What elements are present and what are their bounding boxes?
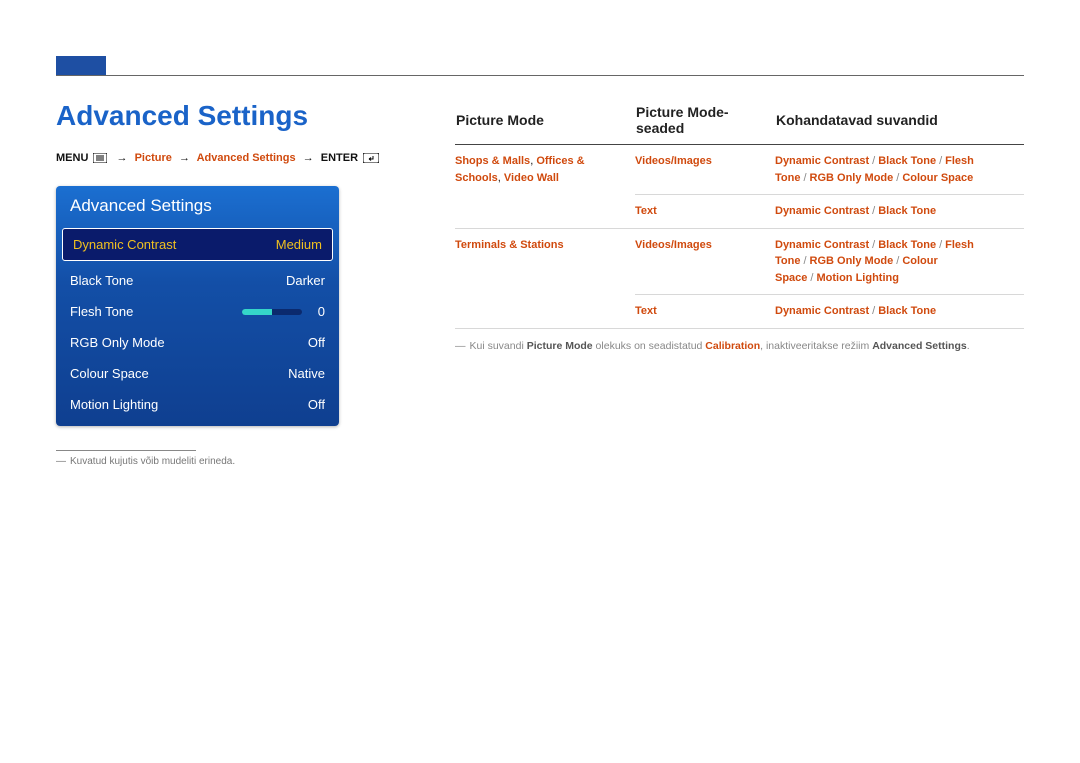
slider-fill: [242, 309, 272, 315]
mode-part: Terminals & Stations: [455, 239, 564, 251]
slash: /: [939, 155, 942, 167]
setting-label: RGB Only Mode: [70, 335, 165, 350]
table-row: Terminals & Stations Videos/Images Dynam…: [455, 228, 1024, 295]
slider-track[interactable]: [242, 309, 302, 315]
note-orange: Calibration: [705, 340, 760, 352]
table-header-picture-mode: Picture Mode: [455, 103, 635, 145]
menu-icon: [93, 153, 107, 163]
setting-row-dynamic-contrast[interactable]: Dynamic Contrast Medium: [62, 228, 333, 261]
cell-picture-mode: Terminals & Stations: [455, 228, 635, 328]
note-text: olekuks on seadistatud: [593, 340, 706, 352]
opt: Black Tone: [878, 239, 936, 251]
breadcrumb-enter: ENTER: [321, 152, 358, 164]
setting-label: Black Tone: [70, 273, 133, 288]
cell-seaded: Videos/Images: [635, 228, 775, 295]
breadcrumb: MENU → Picture → Advanced Settings → ENT…: [56, 152, 381, 164]
table-header-kohandatavad-suvandid: Kohandatavad suvandid: [775, 103, 1024, 145]
slash: /: [872, 239, 875, 251]
breadcrumb-picture: Picture: [135, 152, 172, 164]
footnote-text: Kuvatud kujutis võib mudeliti erineda.: [70, 456, 235, 467]
note-text: Kui suvandi: [470, 340, 527, 352]
setting-label: Colour Space: [70, 366, 149, 381]
mode-part: Shops & Malls: [455, 155, 530, 167]
slash: /: [872, 155, 875, 167]
setting-value: Native: [288, 366, 325, 381]
setting-value: Off: [308, 335, 325, 350]
dash-icon: ―: [455, 340, 466, 352]
opt: Dynamic Contrast: [775, 305, 869, 317]
slash: /: [896, 255, 899, 267]
cell-seaded: Text: [635, 195, 775, 229]
setting-label: Motion Lighting: [70, 397, 158, 412]
cell-options: Dynamic Contrast/Black Tone/Flesh Tone/R…: [775, 228, 1024, 295]
setting-value: 0: [318, 304, 325, 319]
note-text: , inaktiveeritakse režiim: [760, 340, 872, 352]
cell-picture-mode: Shops & Malls, Offices & Schools, Video …: [455, 145, 635, 229]
opt: Black Tone: [878, 155, 936, 167]
opt: Dynamic Contrast: [775, 155, 869, 167]
page-title: Advanced Settings: [56, 100, 308, 132]
setting-row-flesh-tone[interactable]: Flesh Tone 0: [56, 296, 339, 327]
opt: Motion Lighting: [816, 272, 898, 284]
opt: Black Tone: [878, 305, 936, 317]
note-bold: Picture Mode: [527, 340, 593, 352]
setting-label: Flesh Tone: [70, 304, 133, 319]
cell-options: Dynamic Contrast/Black Tone: [775, 195, 1024, 229]
breadcrumb-advanced-settings: Advanced Settings: [197, 152, 296, 164]
setting-value: Off: [308, 397, 325, 412]
opt: Black Tone: [878, 205, 936, 217]
footnote: ― Kuvatud kujutis võib mudeliti erineda.: [56, 456, 235, 467]
setting-value-group: 0: [242, 304, 325, 319]
cell-options: Dynamic Contrast/Black Tone: [775, 295, 1024, 329]
slash: /: [803, 172, 806, 184]
page: Advanced Settings MENU → Picture → Advan…: [0, 0, 1080, 763]
slash: /: [872, 305, 875, 317]
calibration-note: ― Kui suvandi Picture Mode olekuks on sea…: [455, 339, 1024, 355]
opt: Dynamic Contrast: [775, 205, 869, 217]
breadcrumb-sep: →: [117, 152, 128, 164]
header-rule: [56, 75, 1024, 76]
header-accent: [56, 56, 106, 75]
slash: /: [872, 205, 875, 217]
footnote-rule: [56, 450, 196, 451]
note-text: .: [967, 340, 970, 352]
panel-header: Advanced Settings: [56, 186, 339, 228]
slash: /: [896, 172, 899, 184]
setting-value: Medium: [276, 237, 322, 252]
opt: Dynamic Contrast: [775, 239, 869, 251]
breadcrumb-menu: MENU: [56, 152, 88, 164]
cell-seaded: Text: [635, 295, 775, 329]
opt: RGB Only Mode: [810, 255, 894, 267]
setting-row-rgb-only-mode[interactable]: RGB Only Mode Off: [56, 327, 339, 358]
breadcrumb-sep: →: [303, 152, 314, 164]
opt: Colour Space: [902, 172, 973, 184]
setting-label: Dynamic Contrast: [73, 237, 176, 252]
settings-panel: Advanced Settings Dynamic Contrast Mediu…: [56, 186, 339, 426]
table-header-picture-mode-seaded: Picture Mode-seaded: [635, 103, 775, 145]
opt: RGB Only Mode: [810, 172, 894, 184]
note-bold: Advanced Settings: [872, 340, 967, 352]
enter-icon: [363, 153, 379, 163]
options-table-wrap: Picture Mode Picture Mode-seaded Kohanda…: [455, 103, 1024, 354]
cell-seaded: Videos/Images: [635, 145, 775, 195]
slash: /: [939, 239, 942, 251]
options-table: Picture Mode Picture Mode-seaded Kohanda…: [455, 103, 1024, 329]
setting-row-colour-space[interactable]: Colour Space Native: [56, 358, 339, 389]
breadcrumb-sep: →: [179, 152, 190, 164]
setting-row-motion-lighting[interactable]: Motion Lighting Off: [56, 389, 339, 426]
cell-options: Dynamic Contrast/Black Tone/Flesh Tone/R…: [775, 145, 1024, 195]
slash: /: [803, 255, 806, 267]
setting-value: Darker: [286, 273, 325, 288]
setting-row-black-tone[interactable]: Black Tone Darker: [56, 265, 339, 296]
table-row: Shops & Malls, Offices & Schools, Video …: [455, 145, 1024, 195]
mode-part: Video Wall: [504, 172, 559, 184]
dash-icon: ―: [56, 456, 66, 467]
slash: /: [810, 272, 813, 284]
